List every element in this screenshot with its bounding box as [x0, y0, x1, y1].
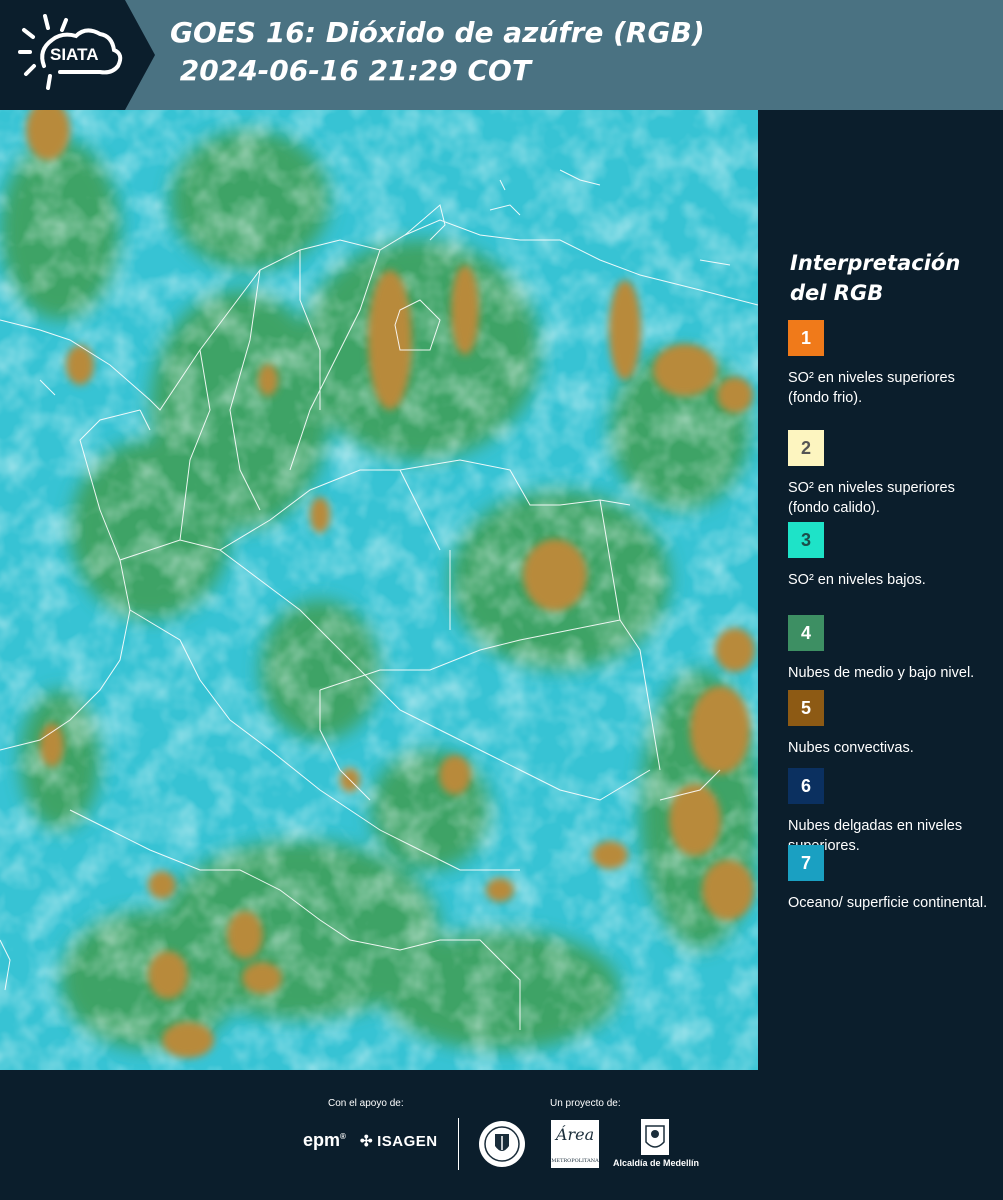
legend-item-2: 2 SO² en niveles superiores (fondo calido…	[788, 430, 998, 518]
legend-label-5: Nubes convectivas.	[788, 740, 914, 756]
footer: Con el apoyo de: Un proyecto de: epm® ✣ I…	[0, 1070, 1003, 1200]
footer-divider	[458, 1118, 459, 1170]
epm-text: epm	[303, 1130, 341, 1150]
support-label: Con el apoyo de:	[328, 1098, 404, 1109]
legend-label-2: SO² en niveles superiores (fondo calido)…	[788, 480, 955, 516]
legend-label-7: Oceano/ superficie continental.	[788, 895, 988, 911]
title-line-2: 2024-06-16 21:29 COT	[170, 54, 531, 87]
title-line-1: GOES 16: Dióxido de azúfre (RGB)	[170, 16, 705, 49]
legend-item-1: 1 SO² en niveles superiores (fondo frio).	[788, 320, 998, 408]
legend-item-4: 4 Nubes de medio y bajo nivel.	[788, 615, 998, 683]
legend-label-4: Nubes de medio y bajo nivel.	[788, 665, 975, 681]
area-metropolitana-logo: Área METROPOLITANA	[551, 1120, 599, 1168]
page-title: GOES 16: Dióxido de azúfre (RGB) 2024-06…	[170, 14, 705, 90]
legend-swatch-7: 7	[788, 845, 824, 881]
isagen-text: ISAGEN	[377, 1133, 438, 1150]
project-label: Un proyecto de:	[550, 1098, 621, 1109]
legend-item-7: 7 Oceano/ superficie continental.	[788, 845, 998, 913]
alcaldia-label: Alcaldía de Medellín	[613, 1158, 700, 1168]
legend-title: Interpretación del RGB	[790, 251, 961, 305]
medellin-seal-icon	[479, 1121, 525, 1167]
header: SIATA GOES 16: Dióxido de azúfre (RGB) 2…	[0, 0, 1003, 110]
legend-panel: Interpretación del RGB 1 SO² en niveles s…	[758, 110, 1003, 1070]
legend-swatch-2: 2	[788, 430, 824, 466]
epm-logo: epm®	[303, 1130, 346, 1150]
legend-item-6: 6Nubes delgadas en niveles superiores.	[788, 768, 998, 856]
legend-label-1: SO² en niveles superiores (fondo frio).	[788, 370, 955, 406]
legend-item-3: 3 SO² en niveles bajos.	[788, 522, 998, 590]
alcaldia-emblem-icon	[641, 1119, 669, 1155]
legend-swatch-5: 5	[788, 690, 824, 726]
logo-text: SIATA	[50, 45, 98, 64]
legend-swatch-3: 3	[788, 522, 824, 558]
legend-item-5: 5 Nubes convectivas.	[788, 690, 998, 758]
legend-swatch-4: 4	[788, 615, 824, 651]
siata-logo: SIATA	[0, 0, 160, 110]
isagen-mark-icon: ✣	[360, 1133, 374, 1150]
satellite-map[interactable]	[0, 110, 758, 1070]
legend-swatch-6: 6	[788, 768, 824, 804]
legend-label-3: SO² en niveles bajos.	[788, 572, 926, 588]
legend-swatch-1: 1	[788, 320, 824, 356]
isagen-logo: ✣ ISAGEN	[360, 1132, 438, 1150]
